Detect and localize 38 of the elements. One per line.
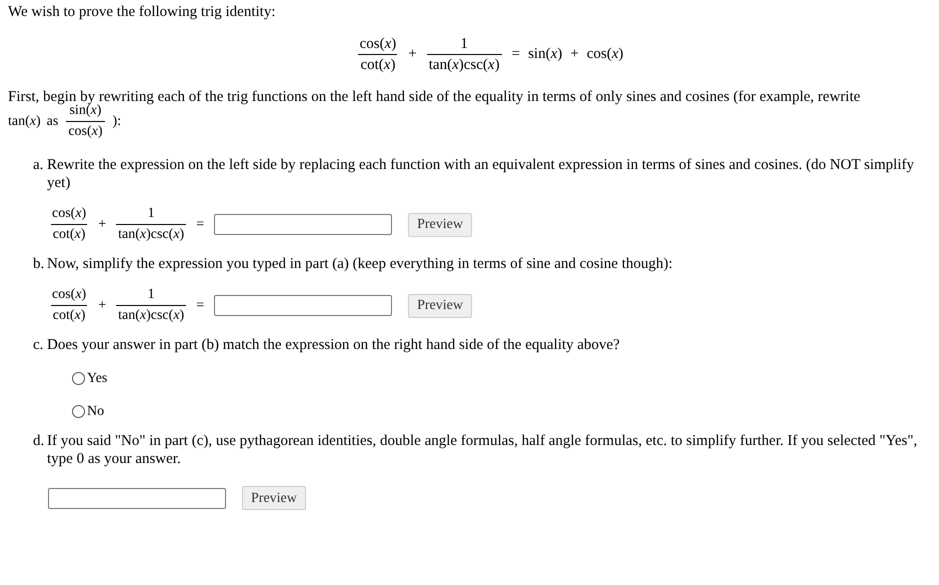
question-text: Now, simplify the expression you typed in part (a) (keep everything in terms of sine and cosine though): bbox=[47, 255, 674, 273]
fraction: 1 tan(x)csc(x) bbox=[114, 285, 188, 326]
preview-button[interactable]: Preview bbox=[408, 294, 472, 318]
part-label: a. bbox=[33, 156, 44, 175]
radio-option[interactable]: No bbox=[72, 401, 104, 422]
math-expression: cos(x) bbox=[586, 45, 624, 64]
fraction: cos(x) cot(x) bbox=[48, 204, 90, 245]
math-operator: + bbox=[570, 45, 579, 64]
math-expression: sin(x) bbox=[528, 45, 562, 64]
math-operator: = bbox=[512, 45, 520, 64]
part-label: d. bbox=[33, 432, 46, 451]
math-expression: tan(x) bbox=[8, 113, 41, 131]
fraction: 1 tan(x)csc(x) bbox=[114, 204, 188, 245]
math-operator: = bbox=[196, 216, 204, 234]
preview-button[interactable]: Preview bbox=[242, 486, 306, 510]
part-label: c. bbox=[33, 336, 44, 354]
math-operator: = bbox=[196, 297, 204, 315]
answer-field[interactable] bbox=[214, 214, 392, 235]
question-text: Rewrite the expression on the left side by replacing each function with an equivalent expression in terms of sines and cosines. (do NOT simplify yet) bbox=[47, 156, 916, 192]
radio-button[interactable] bbox=[72, 372, 85, 385]
math-operator: + bbox=[98, 297, 106, 315]
question-text: If you said "No" in part (c), use pythagorean identities, double angle formulas, half angle formulas, etc. to simplify further. If you selected "Yes", type 0 as your answer. bbox=[47, 432, 918, 468]
part-label: b. bbox=[33, 255, 46, 273]
intro-text: We wish to prove the following trig identity: bbox=[8, 3, 277, 22]
question-text: Does your answer in part (b) match the expression on the right hand side of the equality above? bbox=[47, 336, 621, 354]
text: as bbox=[46, 113, 58, 131]
math-operator: + bbox=[408, 45, 417, 64]
fraction: 1 tan(x)csc(x) bbox=[426, 35, 503, 75]
math-operator: + bbox=[98, 216, 106, 234]
preview-button[interactable]: Preview bbox=[408, 212, 472, 236]
radio-button[interactable] bbox=[72, 405, 85, 418]
instruction-text: First, begin by rewriting each of the trig functions on the left hand side of the equality in terms of only sines and cosines (for example, rewrite bbox=[8, 88, 862, 105]
answer-field[interactable] bbox=[214, 295, 392, 316]
fraction: cos(x) cot(x) bbox=[48, 285, 90, 326]
radio-option[interactable]: Yes bbox=[72, 368, 108, 389]
fraction: cos(x) cot(x) bbox=[357, 35, 398, 75]
answer-field[interactable] bbox=[48, 488, 226, 508]
text: ): bbox=[112, 113, 122, 131]
